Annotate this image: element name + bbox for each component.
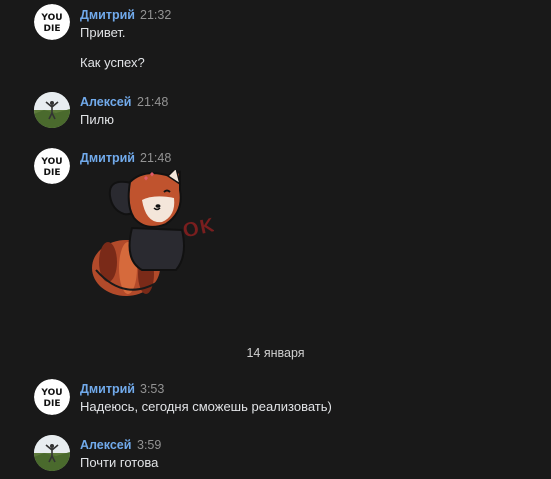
chat-history: YOU DIE Дмитрий 21:32 Привет. Как успех?… xyxy=(0,0,551,479)
svg-text:DIE: DIE xyxy=(44,399,61,409)
avatar-dmitry[interactable]: YOU DIE xyxy=(34,148,70,184)
author-name[interactable]: Дмитрий xyxy=(80,8,135,22)
author-name[interactable]: Дмитрий xyxy=(80,382,135,396)
author-name[interactable]: Дмитрий xyxy=(80,151,135,165)
avatar-dmitry[interactable]: YOU DIE xyxy=(34,379,70,415)
svg-text:YOU: YOU xyxy=(40,13,62,23)
message-text: Надеюсь, сегодня сможешь реализовать) xyxy=(80,399,332,414)
red-panda-ok-sticker[interactable]: OK xyxy=(84,166,219,302)
svg-text:YOU: YOU xyxy=(40,157,62,167)
avatar-aleksey[interactable] xyxy=(34,435,70,471)
svg-text:YOU: YOU xyxy=(40,388,62,398)
message-text: Привет. xyxy=(80,25,126,40)
message-text: Как успех? xyxy=(80,55,145,70)
avatar-aleksey[interactable] xyxy=(34,92,70,128)
date-separator: 14 января xyxy=(246,346,305,360)
message-time[interactable]: 3:59 xyxy=(137,438,161,452)
svg-text:OK: OK xyxy=(180,212,214,243)
message-time[interactable]: 21:32 xyxy=(140,8,171,22)
message-text: Пилю xyxy=(80,112,114,127)
message-text: Почти готова xyxy=(80,455,159,470)
svg-text:DIE: DIE xyxy=(44,24,61,34)
author-name[interactable]: Алексей xyxy=(80,438,131,452)
svg-text:DIE: DIE xyxy=(44,168,61,178)
message-time[interactable]: 21:48 xyxy=(137,95,168,109)
message-time[interactable]: 21:48 xyxy=(140,151,171,165)
avatar-dmitry[interactable]: YOU DIE xyxy=(34,4,70,40)
message-time[interactable]: 3:53 xyxy=(140,382,164,396)
author-name[interactable]: Алексей xyxy=(80,95,131,109)
